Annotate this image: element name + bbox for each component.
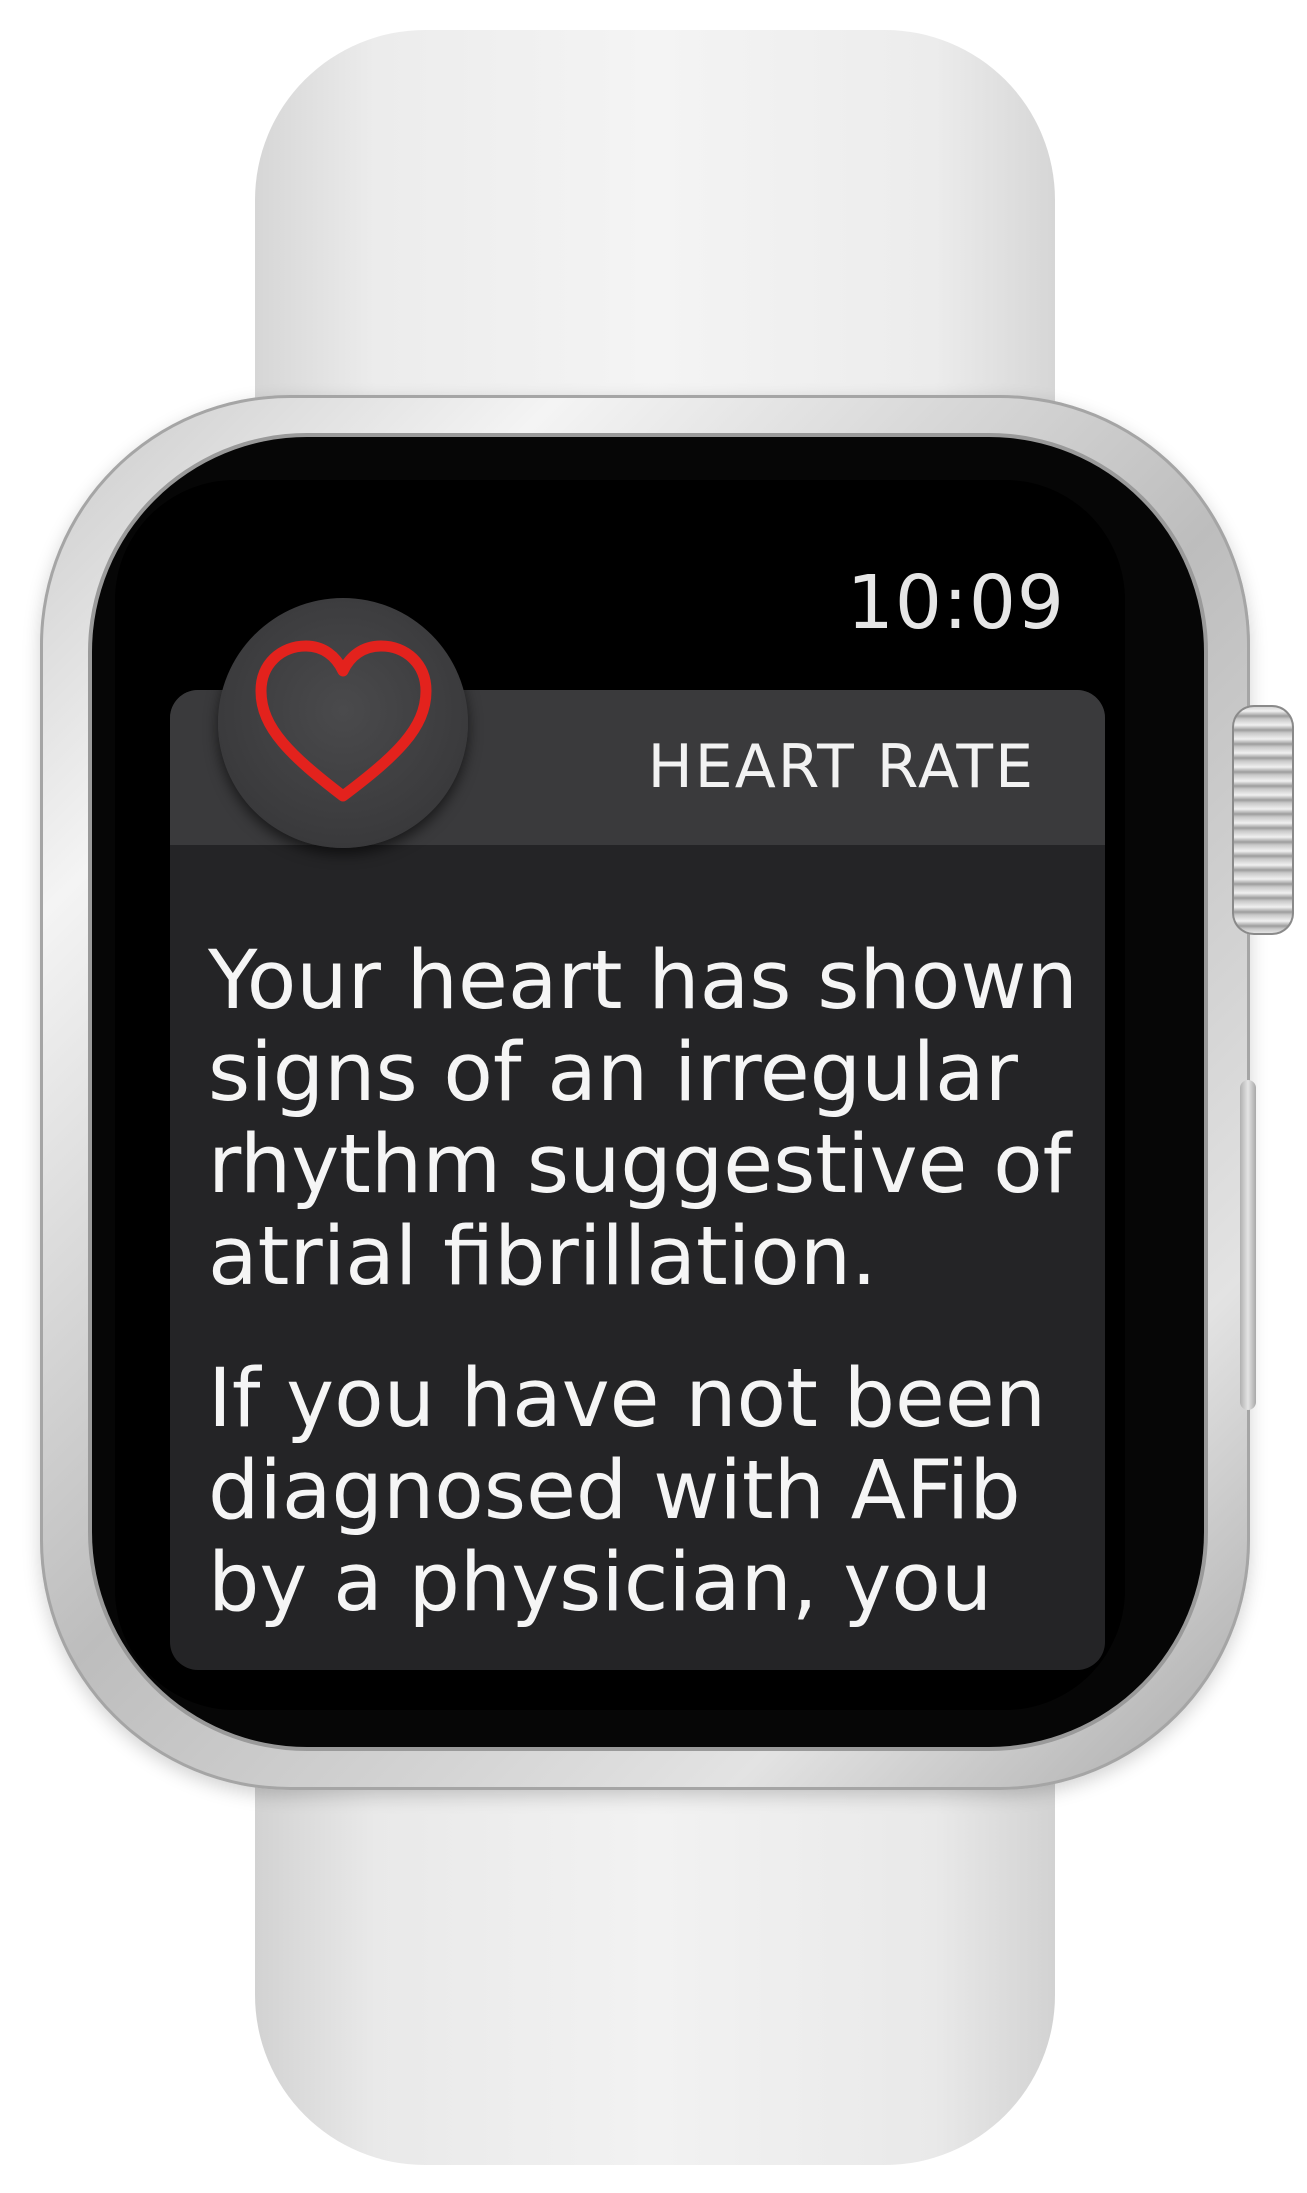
status-time: 10:09 — [846, 560, 1065, 646]
watch-mockup: 10:09 HEART RATE Your heart has shown si… — [0, 0, 1307, 2193]
notification-app-name: HEART RATE — [647, 732, 1035, 802]
notification-paragraph: If you have not been diagnosed with AFib… — [208, 1352, 1047, 1630]
notification-paragraph: Your heart has shown signs of an irregul… — [208, 934, 1078, 1304]
digital-crown[interactable] — [1232, 705, 1294, 935]
side-button[interactable] — [1240, 1080, 1256, 1410]
heart-rate-app-icon — [218, 598, 468, 848]
notification-body: Your heart has shown signs of an irregul… — [208, 935, 1088, 1670]
heart-icon — [255, 640, 432, 802]
